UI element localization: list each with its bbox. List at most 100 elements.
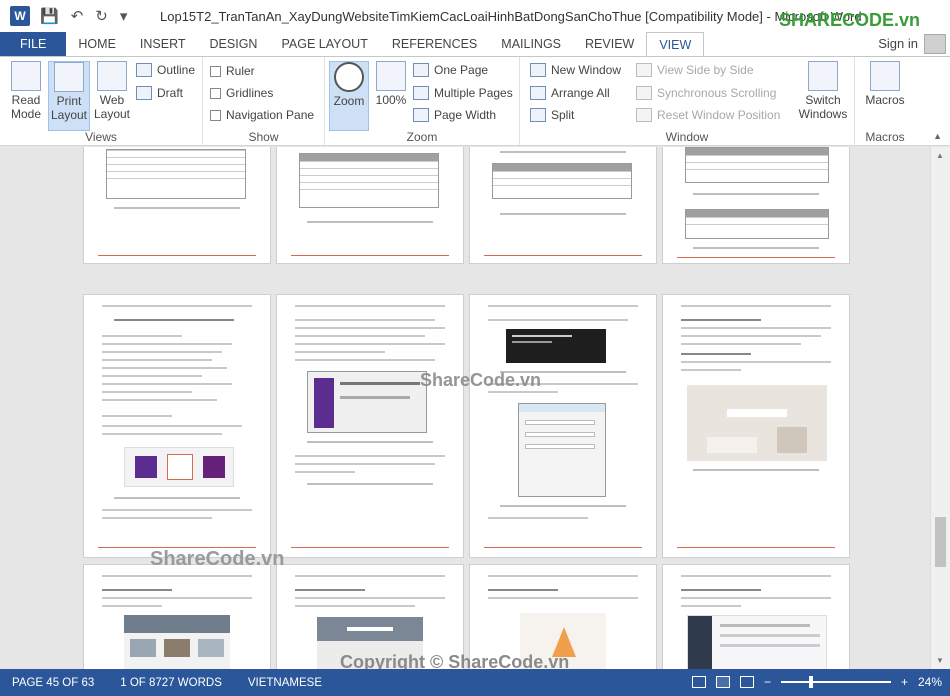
views-group-label: Views (85, 130, 117, 144)
text-line (681, 327, 831, 329)
zoom-100-button[interactable]: 100% (373, 61, 409, 107)
ruler-checkbox[interactable]: Ruler (210, 64, 255, 78)
arrange-all-button[interactable]: Arrange All (530, 86, 610, 100)
page-footer-line (291, 547, 449, 548)
group-macros: Macros Macros (855, 57, 915, 147)
one-page-button[interactable]: One Page (413, 63, 488, 77)
zoom-level[interactable]: 24% (918, 675, 942, 689)
page-thumbnail[interactable] (663, 147, 849, 263)
reset-window-position-button[interactable]: Reset Window Position (636, 108, 780, 122)
homepage-screenshot-image (687, 379, 827, 461)
section-heading (681, 353, 751, 355)
page-width-button[interactable]: Page Width (413, 108, 496, 122)
text-line (295, 463, 435, 465)
undo-icon[interactable]: ↶ (71, 7, 84, 25)
text-line (102, 351, 222, 353)
page-thumbnail[interactable] (663, 295, 849, 557)
customize-qat-icon[interactable]: ▾ (120, 7, 128, 25)
split-button[interactable]: Split (530, 108, 574, 122)
text-line (102, 343, 232, 345)
text-line (295, 359, 435, 361)
document-area[interactable] (0, 147, 930, 669)
tab-file[interactable]: FILE (0, 32, 67, 56)
read-mode-view-icon[interactable] (691, 676, 706, 688)
page-count-status[interactable]: PAGE 45 OF 63 (12, 677, 94, 689)
read-mode-button[interactable]: Read Mode (6, 61, 46, 121)
text-line (295, 455, 445, 457)
view-zoom-controls: − + 24% (691, 675, 942, 689)
dotnet-download-image (124, 447, 234, 487)
section-heading (681, 319, 761, 321)
save-icon[interactable]: 💾 (40, 7, 59, 25)
text-line (681, 335, 821, 337)
text-line (295, 597, 445, 599)
draft-button[interactable]: Draft (136, 86, 183, 100)
outline-label: Outline (157, 63, 196, 77)
print-layout-view-icon[interactable] (715, 676, 730, 688)
tab-home[interactable]: HOME (66, 32, 128, 56)
window-title: Lop15T2_TranTanAn_XayDungWebsiteTimKiemC… (160, 9, 862, 24)
language-status[interactable]: VIETNAMESE (248, 677, 322, 689)
page-thumbnail[interactable] (277, 147, 463, 263)
arrange-all-icon (530, 86, 546, 100)
print-layout-button[interactable]: Print Layout (48, 61, 90, 131)
hundred-percent-icon (376, 61, 406, 91)
table-caption (500, 151, 626, 153)
admin-page-screenshot-image (687, 615, 827, 669)
zoom-button[interactable]: Zoom (329, 61, 369, 131)
macros-button[interactable]: Macros (861, 61, 909, 107)
page-thumbnail[interactable] (663, 565, 849, 669)
scroll-down-icon[interactable]: ▼ (936, 656, 944, 665)
zoom-slider-knob[interactable] (808, 676, 813, 688)
tab-page-layout[interactable]: PAGE LAYOUT (269, 32, 379, 56)
redo-icon[interactable]: ↻ (95, 7, 108, 25)
page-thumbnail[interactable] (277, 295, 463, 557)
outline-button[interactable]: Outline (136, 63, 195, 77)
web-layout-button[interactable]: Web Layout (92, 61, 132, 121)
switch-windows-label: Switch Windows (798, 93, 848, 121)
tab-design[interactable]: DESIGN (198, 32, 270, 56)
collapse-ribbon-icon[interactable]: ▲ (933, 131, 942, 141)
scroll-up-icon[interactable]: ▲ (936, 151, 944, 160)
page-header-line (102, 305, 252, 307)
navigation-pane-checkbox[interactable]: Navigation Pane (210, 108, 314, 122)
word-count-status[interactable]: 1 OF 8727 WORDS (120, 677, 222, 689)
tab-review[interactable]: REVIEW (573, 32, 646, 56)
page-table (685, 147, 829, 183)
switch-windows-icon (808, 61, 838, 91)
page-thumbnail[interactable] (470, 295, 656, 557)
scrollbar-thumb[interactable] (935, 517, 946, 567)
switch-windows-button[interactable]: Switch Windows (795, 61, 851, 121)
quick-access-toolbar: 💾 ↶ ↻ ▾ (40, 7, 127, 25)
split-icon (530, 108, 546, 122)
sign-in-link[interactable]: Sign in (878, 36, 918, 51)
view-side-by-side-button[interactable]: View Side by Side (636, 63, 754, 77)
section-heading (102, 589, 172, 591)
web-layout-view-icon[interactable] (739, 676, 754, 688)
page-thumbnail[interactable] (84, 295, 270, 557)
zoom-in-icon[interactable]: + (901, 675, 908, 689)
synchronous-scrolling-button[interactable]: Synchronous Scrolling (636, 86, 776, 100)
page-thumbnail[interactable] (84, 147, 270, 263)
text-line (295, 343, 445, 345)
gridlines-checkbox[interactable]: Gridlines (210, 86, 273, 100)
page-thumbnail[interactable] (470, 147, 656, 263)
text-line (295, 351, 385, 353)
multiple-pages-button[interactable]: Multiple Pages (413, 86, 513, 100)
text-line (102, 399, 217, 401)
ribbon-tabs: FILE HOME INSERT DESIGN PAGE LAYOUT REFE… (0, 32, 950, 56)
page-table (106, 149, 246, 199)
avatar[interactable] (924, 34, 946, 54)
zoom-slider[interactable] (780, 676, 891, 688)
vertical-scrollbar[interactable]: ▲ ▼ (930, 147, 950, 669)
tab-mailings[interactable]: MAILINGS (489, 32, 573, 56)
page-thumbnail[interactable] (84, 565, 270, 669)
tab-view[interactable]: VIEW (646, 32, 705, 56)
tab-references[interactable]: REFERENCES (380, 32, 489, 56)
tab-insert[interactable]: INSERT (128, 32, 198, 56)
zoom-out-icon[interactable]: − (764, 675, 771, 689)
text-line (102, 597, 252, 599)
navigation-pane-label: Navigation Pane (226, 108, 315, 122)
new-window-button[interactable]: New Window (530, 63, 621, 77)
table-caption (114, 207, 240, 209)
